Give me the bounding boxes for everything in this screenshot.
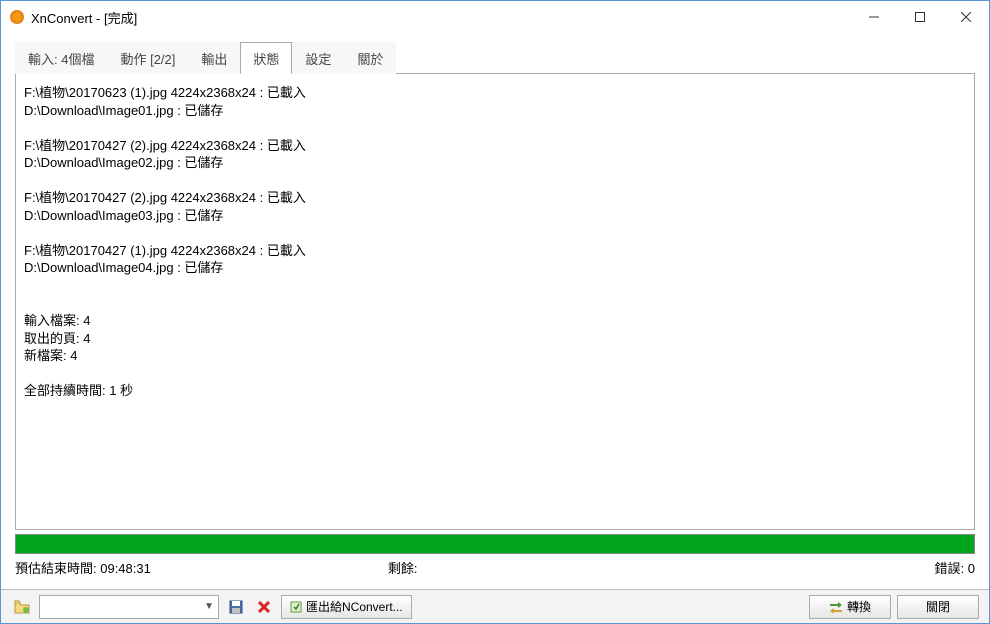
tab-about[interactable]: 關於	[344, 42, 396, 74]
status-line: 預估結束時間: 09:48:31 剩餘: 錯誤: 0	[15, 556, 975, 579]
script-dropdown[interactable]: ▼	[39, 595, 219, 619]
status-log[interactable]: F:\植物\20170623 (1).jpg 4224x2368x24 : 已載…	[15, 74, 975, 530]
save-icon[interactable]	[225, 596, 247, 618]
progress-bar	[15, 534, 975, 554]
delete-icon[interactable]	[253, 596, 275, 618]
convert-button[interactable]: 轉換	[809, 595, 891, 619]
tab-actions[interactable]: 動作 [2/2]	[107, 42, 188, 74]
tab-status[interactable]: 狀態	[240, 42, 292, 74]
bottom-toolbar: ▼ 匯出給NConvert... 轉換 關閉	[1, 589, 989, 623]
window-title: XnConvert - [完成]	[31, 8, 851, 27]
tab-settings[interactable]: 設定	[292, 42, 344, 74]
close-button[interactable]	[943, 1, 989, 33]
tab-bar: 輸入: 4個檔 動作 [2/2] 輸出 狀態 設定 關於	[15, 41, 975, 74]
close-app-button[interactable]: 關閉	[897, 595, 979, 619]
titlebar: XnConvert - [完成]	[1, 1, 989, 33]
estimated-time: 預估結束時間: 09:48:31	[15, 558, 151, 577]
minimize-button[interactable]	[851, 1, 897, 33]
app-icon	[9, 9, 25, 25]
folder-open-icon[interactable]	[11, 596, 33, 618]
remaining-label: 剩餘:	[388, 558, 418, 577]
maximize-button[interactable]	[897, 1, 943, 33]
errors-count: 錯誤: 0	[935, 558, 975, 577]
export-nconvert-button[interactable]: 匯出給NConvert...	[281, 595, 412, 619]
tab-input[interactable]: 輸入: 4個檔	[15, 42, 107, 74]
tab-output[interactable]: 輸出	[188, 42, 240, 74]
